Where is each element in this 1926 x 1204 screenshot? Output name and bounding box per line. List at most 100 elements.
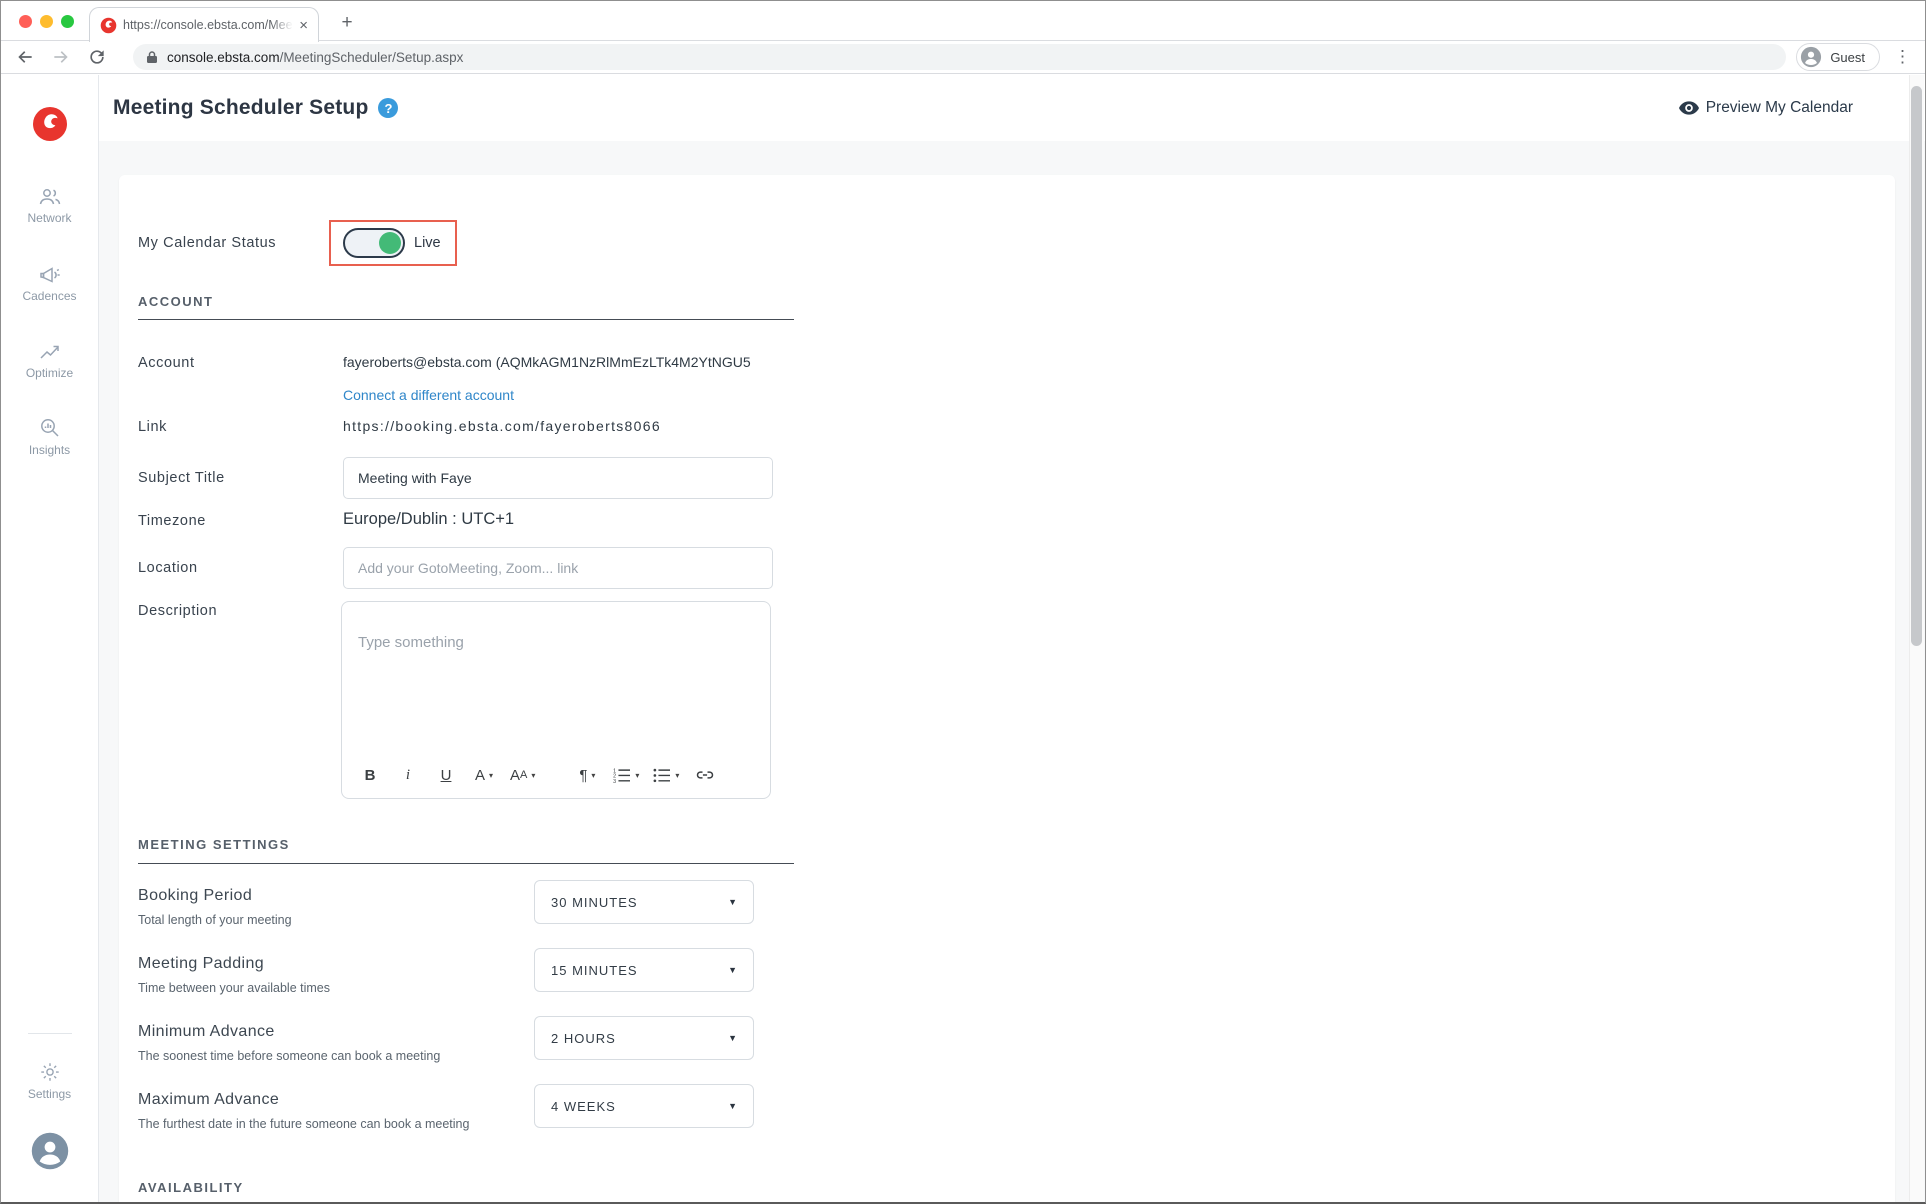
sidebar-item-settings[interactable]: Settings: [1, 1061, 98, 1101]
sidebar-item-label: Settings: [1, 1087, 98, 1101]
bullet-list-button[interactable]: ▾: [653, 761, 679, 789]
browser-tab[interactable]: https://console.ebsta.com/Mee ×: [89, 7, 319, 42]
chevron-down-icon: ▾: [591, 771, 595, 780]
section-divider: [138, 319, 794, 320]
connect-different-account-link[interactable]: Connect a different account: [343, 387, 514, 403]
sidebar-item-network[interactable]: Network: [1, 187, 98, 225]
page-header: Meeting Scheduler Setup ? Preview My Cal…: [99, 75, 1925, 141]
booking-period-select[interactable]: 30 MINUTES ▼: [534, 880, 754, 924]
forward-icon[interactable]: [51, 47, 71, 67]
maximize-window-button[interactable]: [61, 15, 74, 28]
chevron-down-icon: ▼: [728, 965, 737, 975]
link-icon: [695, 768, 715, 782]
browser-toolbar: console.ebsta.com/MeetingScheduler/Setup…: [1, 41, 1925, 74]
profile-label: Guest: [1830, 50, 1865, 65]
location-input[interactable]: [343, 547, 773, 589]
sidebar-item-label: Network: [1, 211, 98, 225]
help-icon[interactable]: ?: [378, 98, 398, 118]
page-content: My Calendar Status Live ACCOUNT Account …: [99, 141, 1925, 1202]
tab-title: https://console.ebsta.com/Mee: [123, 18, 293, 32]
avatar-icon: [31, 1132, 69, 1170]
close-window-button[interactable]: [19, 15, 32, 28]
section-divider: [138, 863, 794, 864]
underline-button[interactable]: U: [434, 761, 458, 789]
booking-period-label: Booking Period: [138, 887, 252, 905]
timezone-label: Timezone: [138, 513, 206, 529]
sidebar-divider: [28, 1033, 72, 1034]
insights-search-icon: [38, 417, 62, 439]
description-placeholder: Type something: [358, 634, 464, 651]
app-frame: Network Cadences Optimize: [1, 75, 1925, 1202]
maximum-advance-select[interactable]: 4 WEEKS ▼: [534, 1084, 754, 1128]
meeting-padding-select[interactable]: 15 MINUTES ▼: [534, 948, 754, 992]
subject-title-input[interactable]: [343, 457, 773, 499]
ordered-list-icon: 1 2 3: [613, 767, 631, 783]
lock-icon: [146, 50, 158, 64]
font-size-button[interactable]: AA▾: [510, 761, 535, 789]
chevron-down-icon: ▼: [728, 1101, 737, 1111]
people-icon: [38, 187, 62, 207]
window-controls: [19, 15, 74, 28]
availability-section-heading: AVAILABILITY: [138, 1180, 244, 1195]
account-value: fayeroberts@ebsta.com (AQMkAGM1NzRlMmEzL…: [343, 354, 765, 370]
ebsta-logo-icon[interactable]: [33, 107, 67, 141]
ordered-list-button[interactable]: 1 2 3 ▾: [613, 761, 639, 789]
subject-title-label: Subject Title: [138, 470, 225, 486]
chevron-down-icon: ▾: [635, 771, 639, 780]
gear-icon: [39, 1061, 61, 1083]
scrollbar-thumb[interactable]: [1911, 86, 1922, 646]
booking-period-help: Total length of your meeting: [138, 913, 292, 927]
sidebar-item-label: Optimize: [1, 366, 98, 380]
booking-link-value: https://booking.ebsta.com/fayeroberts806…: [343, 418, 661, 434]
calendar-status-toggle[interactable]: [343, 228, 405, 258]
sidebar-item-cadences[interactable]: Cadences: [1, 265, 98, 303]
minimum-advance-select[interactable]: 2 HOURS ▼: [534, 1016, 754, 1060]
preview-calendar-link[interactable]: Preview My Calendar: [1679, 99, 1853, 117]
account-section-heading: ACCOUNT: [138, 294, 214, 309]
bold-button[interactable]: B: [358, 761, 382, 789]
insert-link-button[interactable]: [693, 761, 717, 789]
address-bar[interactable]: console.ebsta.com/MeetingScheduler/Setup…: [133, 44, 1786, 70]
svg-text:3: 3: [613, 779, 616, 783]
chevron-down-icon: ▾: [489, 771, 493, 780]
maximum-advance-label: Maximum Advance: [138, 1091, 279, 1109]
location-label: Location: [138, 560, 198, 576]
chevron-down-icon: ▼: [728, 1033, 737, 1043]
sidebar-user-avatar[interactable]: [1, 1132, 98, 1170]
reload-icon[interactable]: [87, 47, 107, 67]
meeting-padding-label: Meeting Padding: [138, 955, 264, 973]
sidebar: Network Cadences Optimize: [1, 75, 99, 1202]
timezone-value: Europe/Dublin : UTC+1: [343, 510, 514, 529]
minimize-window-button[interactable]: [40, 15, 53, 28]
new-tab-button[interactable]: +: [335, 11, 359, 35]
meeting-settings-heading: MEETING SETTINGS: [138, 837, 290, 852]
back-icon[interactable]: [15, 47, 35, 67]
trend-line-icon: [38, 342, 62, 362]
editor-toolbar: B i U A▾ AA▾ ¶▾: [358, 758, 760, 792]
italic-button[interactable]: i: [396, 761, 420, 789]
chevron-down-icon: ▾: [531, 771, 535, 780]
setup-card: My Calendar Status Live ACCOUNT Account …: [119, 175, 1895, 1202]
megaphone-icon: [38, 265, 62, 285]
main-area: Meeting Scheduler Setup ? Preview My Cal…: [99, 75, 1925, 1202]
text-color-button[interactable]: A▾: [472, 761, 496, 789]
sidebar-item-insights[interactable]: Insights: [1, 417, 98, 457]
calendar-status-label: My Calendar Status: [138, 235, 276, 251]
account-label: Account: [138, 355, 195, 371]
maximum-advance-help: The furthest date in the future someone …: [138, 1117, 469, 1131]
minimum-advance-label: Minimum Advance: [138, 1023, 275, 1041]
sidebar-item-label: Insights: [1, 443, 98, 457]
profile-button[interactable]: Guest: [1796, 43, 1880, 71]
page-title: Meeting Scheduler Setup: [113, 96, 368, 120]
browser-menu-icon[interactable]: ⋮: [1894, 47, 1911, 67]
description-editor[interactable]: Type something B i U A▾ AA▾: [341, 601, 771, 799]
tab-close-icon[interactable]: ×: [299, 18, 308, 33]
paragraph-format-button[interactable]: ¶▾: [575, 761, 599, 789]
scrollbar-track[interactable]: [1909, 75, 1924, 1201]
sidebar-item-label: Cadences: [1, 289, 98, 303]
minimum-advance-help: The soonest time before someone can book…: [138, 1049, 440, 1063]
sidebar-item-optimize[interactable]: Optimize: [1, 342, 98, 380]
tab-strip: https://console.ebsta.com/Mee × +: [1, 1, 1925, 41]
calendar-status-value: Live: [414, 235, 441, 251]
chevron-down-icon: ▾: [675, 771, 679, 780]
